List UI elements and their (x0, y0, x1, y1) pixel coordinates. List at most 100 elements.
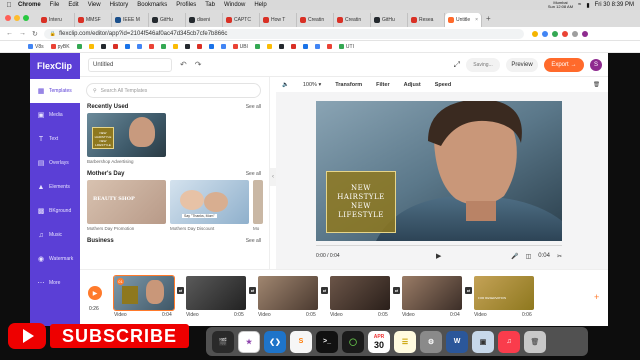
video-canvas[interactable]: NEW HAIRSTYLE NEW LIFESTYLE (316, 101, 562, 241)
template-thumb-barbershop[interactable]: NEW HAIRSTYLE NEW LIFESTYLE (87, 113, 166, 157)
browser-tab[interactable]: Untitle × (445, 13, 482, 27)
bookmark-item[interactable] (160, 44, 166, 49)
menu-profiles[interactable]: Profiles (176, 2, 196, 8)
export-button[interactable]: Export → (544, 57, 584, 72)
browser-tab[interactable]: CAPTC (223, 13, 260, 27)
browser-tab[interactable]: Interu (38, 13, 75, 27)
calendar-icon[interactable]: APR 30 (368, 330, 390, 353)
reload-icon[interactable]: ↻ (32, 30, 38, 38)
bookmark-item[interactable] (112, 44, 118, 49)
settings-gear-icon[interactable]: ⚙ (420, 330, 442, 353)
sidebar-item-music[interactable]: ♫ Music (30, 223, 80, 247)
template-thumb-partial[interactable] (253, 180, 263, 224)
puzzle-icon[interactable] (571, 30, 578, 37)
play-icon[interactable]: ▶ (436, 252, 441, 260)
bookmark-item[interactable] (314, 44, 320, 49)
bookmark-item[interactable] (208, 44, 214, 49)
add-clip-plus-icon[interactable]: + (594, 292, 599, 302)
activity-ring-icon[interactable]: ◯ (342, 330, 364, 353)
browser-tab[interactable]: Creatin (334, 13, 371, 27)
bookmark-item[interactable] (326, 44, 332, 49)
sidebar-item-media[interactable]: ▣ Media (30, 103, 80, 127)
battery-icon[interactable]: ▮ (586, 2, 589, 9)
browser-tab[interactable]: Resea (408, 13, 445, 27)
menu-edit[interactable]: Edit (68, 2, 78, 8)
timeline-clip[interactable] (330, 276, 390, 310)
menu-tab[interactable]: Tab (205, 2, 215, 8)
menu-chrome[interactable]: Chrome (18, 2, 41, 8)
preview-button[interactable]: Preview (506, 57, 538, 72)
timeline-clip[interactable] (402, 276, 462, 310)
extension-icon[interactable] (531, 30, 538, 37)
tool-adjust[interactable]: Adjust (404, 82, 421, 88)
timeline-play-button[interactable]: ▶ (88, 286, 102, 300)
bookmark-item[interactable] (88, 44, 94, 49)
bookmark-item[interactable] (184, 44, 190, 49)
fullscreen-icon[interactable]: ⤢ (454, 60, 460, 70)
redo-icon[interactable]: ↷ (195, 60, 202, 69)
tool-speed[interactable]: Speed (435, 82, 452, 88)
bookmark-item[interactable]: UTI (338, 44, 354, 50)
see-all-link[interactable]: See all (246, 104, 261, 110)
apple-icon[interactable]:  (0, 2, 18, 9)
zoom-select[interactable]: 100% ▾ (303, 82, 321, 88)
close-tab-icon[interactable]: × (475, 17, 478, 23)
scissors-icon[interactable]: ✂ (557, 253, 562, 260)
transition-icon[interactable]: ⇄ (393, 287, 400, 294)
menu-datetime[interactable]: Fri 30 8:39 PM (595, 2, 634, 8)
sidebar-item-elements[interactable]: ▲ Elements (30, 175, 80, 199)
extension-icon[interactable] (551, 30, 558, 37)
bookmark-item[interactable] (278, 44, 284, 49)
trash-icon[interactable]: 🗑 (593, 82, 600, 88)
search-input[interactable]: ⚲ Search All Templates (86, 83, 261, 98)
timeline-clip[interactable] (258, 276, 318, 310)
extension-icon[interactable] (561, 30, 568, 37)
final-cut-icon[interactable]: 🎬 (212, 330, 234, 353)
browser-tab[interactable]: GitHu (371, 13, 408, 27)
timeline-clip[interactable] (186, 276, 246, 310)
browser-tab[interactable]: MMSF (75, 13, 112, 27)
bookmark-item[interactable]: UBI (232, 44, 248, 50)
bookmark-item[interactable] (148, 44, 154, 49)
url-field[interactable]: 🔒 flexclip.com/editor/app?id=2104f546af0… (43, 28, 524, 39)
undo-icon[interactable]: ↶ (180, 60, 187, 69)
avatar[interactable]: S (590, 58, 602, 71)
sidebar-item-bkground[interactable]: ▩ BKground (30, 199, 80, 223)
browser-tab[interactable]: Creatin (297, 13, 334, 27)
youtube-logo-icon[interactable] (8, 323, 46, 349)
volume-icon[interactable]: 🔈 (282, 82, 289, 88)
vscode-icon[interactable]: ❮❯ (264, 330, 286, 353)
menu-view[interactable]: View (88, 2, 101, 8)
new-tab-plus-icon[interactable]: + (486, 14, 491, 23)
zoom-window-button[interactable] (23, 15, 29, 21)
bookmark-item[interactable] (76, 44, 82, 49)
sidebar-item-more[interactable]: ⋯ More (30, 271, 80, 295)
close-window-button[interactable] (5, 15, 11, 21)
terminal-icon[interactable]: >_ (316, 330, 338, 353)
bookmark-item[interactable] (302, 44, 308, 49)
sublime-icon[interactable]: S (290, 330, 312, 353)
wifi-icon[interactable]: ≈ (578, 2, 581, 8)
template-thumb-mothers-discount[interactable]: Say "Thanks, Mom" (170, 180, 249, 224)
back-arrow-icon[interactable]: ← (6, 30, 13, 38)
bookmark-item[interactable]: V8s (28, 44, 44, 50)
text-overlay[interactable]: NEW HAIRSTYLE NEW LIFESTYLE (326, 171, 396, 233)
project-title-input[interactable]: Untitled (88, 57, 172, 72)
preview-app-icon[interactable]: ▣ (472, 330, 494, 353)
extension-icon[interactable] (541, 30, 548, 37)
bookmark-item[interactable] (124, 44, 130, 49)
tool-filter[interactable]: Filter (376, 82, 389, 88)
menu-help[interactable]: Help (254, 2, 266, 8)
sidebar-item-watermark[interactable]: ◉ Watermark (30, 247, 80, 271)
see-all-link[interactable]: See all (246, 238, 261, 244)
see-all-link[interactable]: See all (246, 171, 261, 177)
browser-tab[interactable]: How T (260, 13, 297, 27)
menu-file[interactable]: File (50, 2, 60, 8)
forward-arrow-icon[interactable]: → (19, 30, 26, 38)
sidebar-item-overlays[interactable]: ▤ Overlays (30, 151, 80, 175)
bookmark-item[interactable] (220, 44, 226, 49)
profile-avatar[interactable] (581, 30, 588, 37)
imovie-icon[interactable]: ★ (238, 330, 260, 353)
timeline-clip[interactable]: FOR RESERVATION (474, 276, 534, 310)
bookmark-item[interactable] (136, 44, 142, 49)
